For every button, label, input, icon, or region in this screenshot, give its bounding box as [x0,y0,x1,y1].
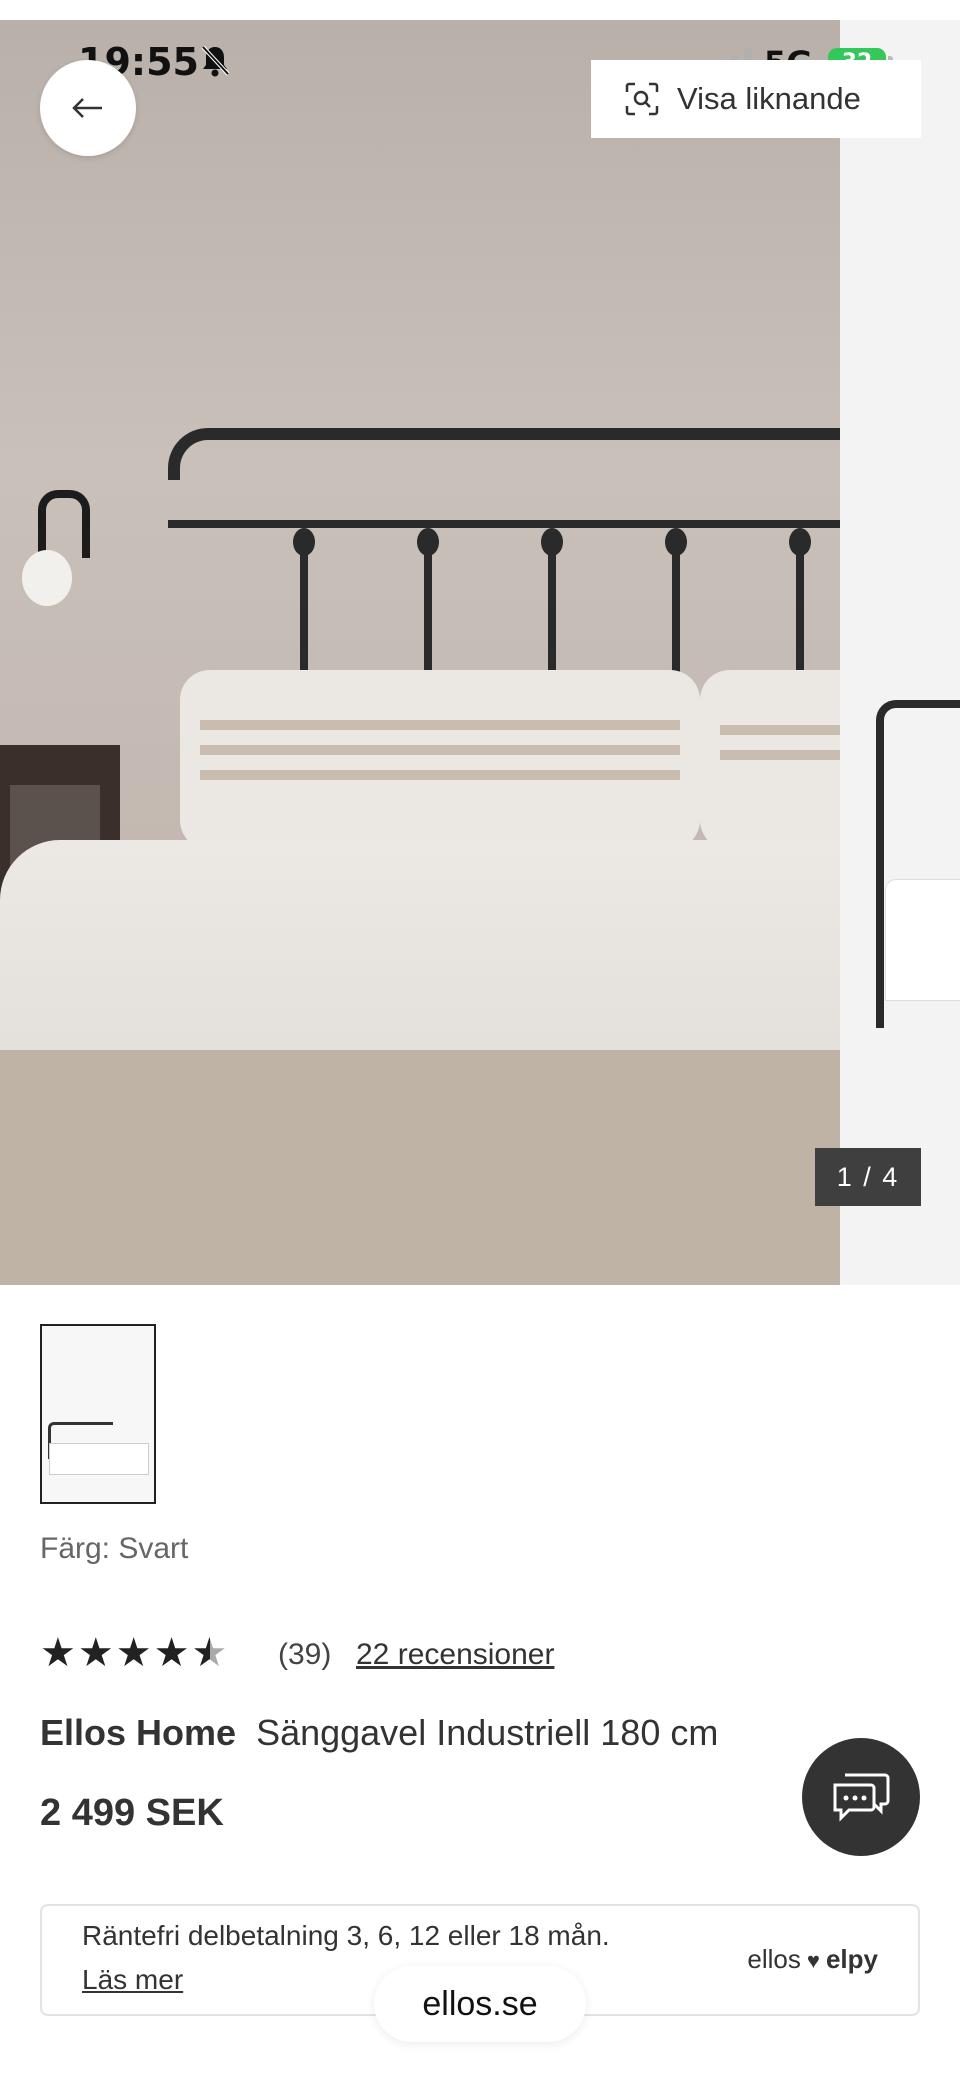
product-price: 2 499 SEK [40,1792,224,1834]
star-icon: ★ [77,1630,116,1676]
visa-liknande-label: Visa liknande [677,81,861,116]
top-strip [0,0,960,20]
star-half-icon: ★ [191,1630,230,1676]
arrow-left-icon [72,98,102,118]
product-title: Ellos Home Sänggavel Industriell 180 cm [40,1712,718,1754]
lamp-arm-graphic [38,490,90,558]
color-label: Färg: Svart [40,1532,189,1565]
financing-read-more-link[interactable]: Läs mer [82,1964,183,1996]
financing-text: Räntefri delbetalning 3, 6, 12 eller 18 … [82,1920,610,1951]
bed-skirt-graphic [0,1050,840,1285]
headboard-rail-graphic [168,520,840,528]
star-icon: ★ [115,1630,154,1676]
product-name: Sänggavel Industriell 180 cm [256,1712,719,1753]
rating-stars[interactable]: ★★★★★ [40,1630,229,1676]
pillow-graphic [180,670,700,850]
rating-count: (39) [278,1638,332,1671]
headboard-frame-graphic [168,428,840,480]
star-icon: ★ [153,1630,192,1676]
product-image-main[interactable] [0,20,840,1285]
visa-liknande-button[interactable]: Visa liknande [591,60,921,138]
visual-search-icon [625,82,659,116]
heart-icon: ♥ [806,1948,820,1973]
image-counter: 1 / 4 [815,1148,921,1206]
reviews-link[interactable]: 22 recensioner [356,1638,554,1672]
ellos-elpy-logo: ellos ♥ elpy [747,1944,878,1974]
bell-slash-icon [200,44,230,86]
chat-button[interactable] [802,1738,920,1856]
product-brand[interactable]: Ellos Home [40,1712,236,1753]
color-variant-thumbnail[interactable] [40,1324,156,1504]
duvet-graphic [0,840,840,1070]
product-image-next[interactable] [840,20,960,1285]
back-button[interactable] [40,60,136,156]
lamp-bulb-graphic [22,550,72,606]
browser-url-bar[interactable]: ellos.se [374,1966,586,2042]
chat-bubble-icon [833,1773,890,1822]
star-icon: ★ [40,1630,78,1676]
